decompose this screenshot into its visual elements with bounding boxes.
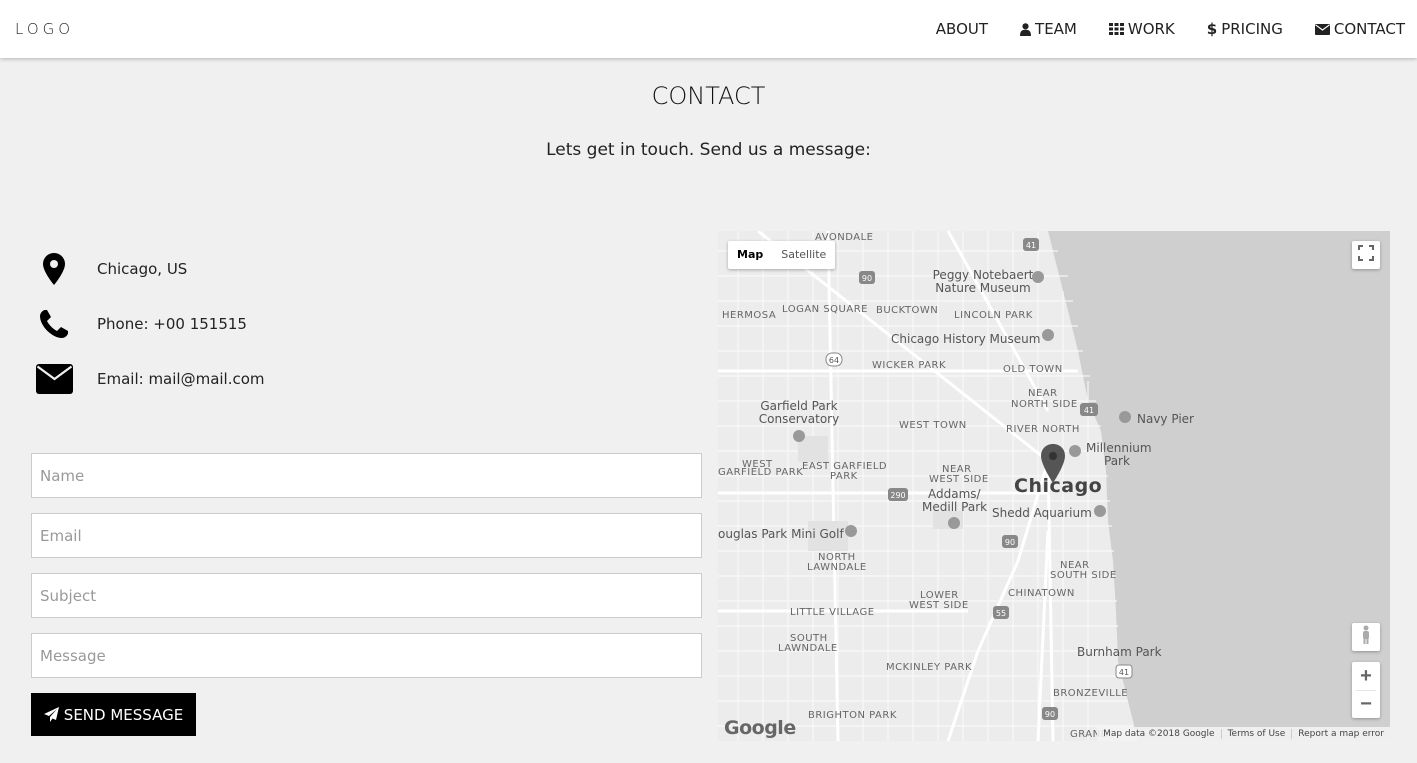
- nav-links: ABOUT TEAM WORK $ PRICING CONTACT: [920, 0, 1417, 58]
- navbar: LOGO ABOUT TEAM WORK $ PRICING CONTACT: [0, 0, 1417, 58]
- nav-about[interactable]: ABOUT: [920, 0, 1004, 58]
- nav-contact[interactable]: CONTACT: [1299, 0, 1417, 58]
- fullscreen-button[interactable]: [1352, 241, 1380, 269]
- info-location: Chicago, US: [31, 247, 691, 291]
- nav-contact-label: CONTACT: [1333, 20, 1405, 38]
- terms-link[interactable]: Terms of Use: [1220, 729, 1292, 739]
- zoom-out-button[interactable]: −: [1352, 690, 1380, 718]
- shield-label: 55: [996, 609, 1006, 618]
- nav-about-label: ABOUT: [935, 20, 989, 38]
- zoom-divider: [1356, 690, 1376, 691]
- paper-plane-icon: [43, 707, 59, 722]
- logo[interactable]: LOGO: [15, 20, 74, 38]
- map-type-map[interactable]: Map: [728, 241, 772, 269]
- shield-label: 41: [1026, 241, 1036, 250]
- name-field[interactable]: [31, 453, 702, 498]
- nav-work-label: WORK: [1127, 20, 1175, 38]
- google-map[interactable]: AVONDALE HERMOSA LOGAN SQUARE BUCKTOWN L…: [718, 231, 1390, 741]
- message-field[interactable]: [31, 633, 702, 678]
- subject-field[interactable]: [31, 573, 702, 618]
- email-text: Email: mail@mail.com: [97, 370, 265, 388]
- phone-text: Phone: +00 151515: [97, 315, 247, 333]
- shield-label: 41: [1119, 668, 1129, 677]
- shield-label: 64: [829, 356, 839, 365]
- page-title: CONTACT: [651, 82, 766, 110]
- street-view-button[interactable]: [1352, 623, 1380, 651]
- map-attribution: Map data ©2018 Google Terms of Use Repor…: [1097, 727, 1390, 741]
- nav-pricing-label: PRICING: [1221, 20, 1283, 38]
- send-message-button[interactable]: SEND MESSAGE: [31, 693, 196, 736]
- zoom-control: + −: [1352, 662, 1380, 718]
- shield-label: 290: [890, 491, 905, 500]
- phone-icon: [31, 302, 77, 346]
- grid-icon: [1108, 23, 1124, 35]
- report-error-link[interactable]: Report a map error: [1291, 729, 1390, 739]
- nav-pricing[interactable]: $ PRICING: [1191, 0, 1299, 58]
- dollar-icon: $: [1206, 20, 1218, 38]
- fullscreen-icon: [1358, 244, 1374, 266]
- nav-work[interactable]: WORK: [1093, 0, 1191, 58]
- send-message-label: SEND MESSAGE: [63, 705, 184, 724]
- shield-label: 41: [1084, 406, 1094, 415]
- envelope-icon: [1314, 23, 1330, 35]
- location-text: Chicago, US: [97, 260, 188, 278]
- nav-team-label: TEAM: [1035, 20, 1077, 38]
- google-logo: Google: [724, 717, 796, 739]
- shield-label: 90: [1005, 538, 1015, 547]
- info-phone: Phone: +00 151515: [31, 302, 691, 346]
- envelope-icon: [31, 357, 77, 401]
- user-icon: [1020, 22, 1032, 36]
- pegman-icon: [1360, 625, 1372, 650]
- map-data-text: Map data ©2018 Google: [1103, 729, 1215, 739]
- shield-label: 90: [862, 274, 872, 283]
- email-field[interactable]: [31, 513, 702, 558]
- page-subtitle: Lets get in touch. Send us a message:: [546, 140, 871, 160]
- zoom-in-button[interactable]: +: [1352, 662, 1380, 690]
- map-marker-icon: [31, 247, 77, 291]
- map-type-satellite[interactable]: Satellite: [772, 241, 835, 269]
- nav-team[interactable]: TEAM: [1004, 0, 1093, 58]
- map-type-control: Map Satellite: [728, 241, 836, 269]
- highway-shields: 41 90 64 41 290 90 55 41 90: [793, 238, 1133, 720]
- location-marker-icon: [1041, 444, 1065, 483]
- shield-label: 90: [1045, 710, 1055, 719]
- info-email: Email: mail@mail.com: [31, 357, 691, 401]
